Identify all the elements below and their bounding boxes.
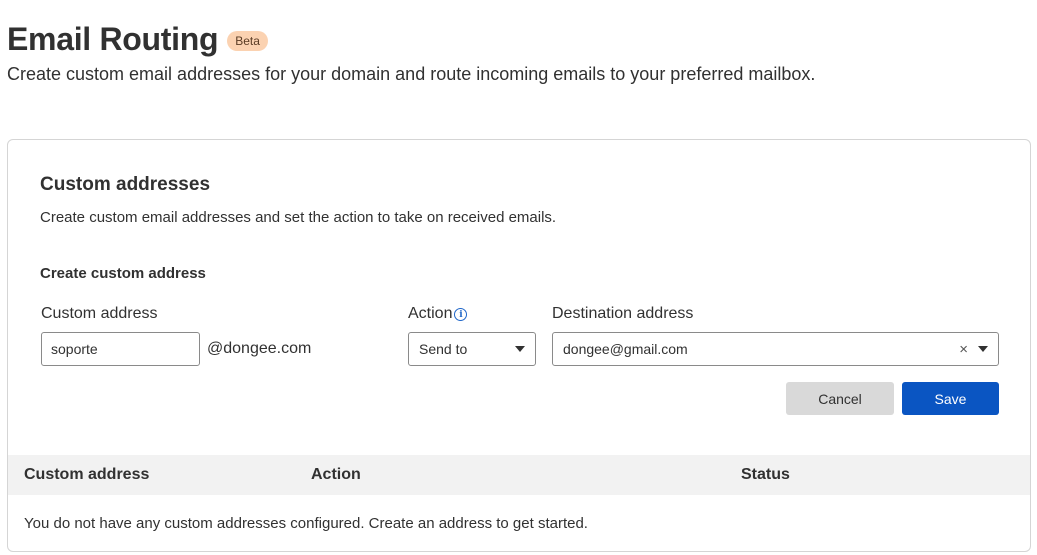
destination-address-label: Destination address <box>552 305 694 322</box>
action-label: Action <box>408 305 453 322</box>
page-subtitle: Create custom email addresses for your d… <box>7 64 816 84</box>
page-header: Email Routing Beta Create custom email a… <box>7 20 815 85</box>
destination-select-value: dongee@gmail.com <box>563 341 688 357</box>
action-select-value: Send to <box>419 341 468 357</box>
column-header-status: Status <box>741 466 790 483</box>
cancel-button[interactable]: Cancel <box>786 382 894 415</box>
empty-state-message: You do not have any custom addresses con… <box>24 515 588 532</box>
chevron-down-icon[interactable] <box>978 346 988 352</box>
chevron-down-icon <box>515 346 525 352</box>
beta-badge: Beta <box>227 30 268 51</box>
custom-addresses-card: Custom addresses Create custom email add… <box>7 139 1031 552</box>
clear-icon[interactable]: × <box>959 342 968 357</box>
action-select[interactable]: Send to <box>408 332 536 366</box>
domain-suffix: @dongee.com <box>207 340 312 357</box>
card-description: Create custom email addresses and set th… <box>40 209 557 226</box>
save-button[interactable]: Save <box>902 382 999 415</box>
card-title: Custom addresses <box>40 174 211 195</box>
destination-address-select[interactable]: dongee@gmail.com × <box>552 332 999 366</box>
action-label-group: Action i <box>408 305 468 323</box>
info-icon[interactable]: i <box>454 308 468 321</box>
custom-address-label: Custom address <box>41 305 158 322</box>
column-header-action: Action <box>311 466 361 483</box>
page-title: Email Routing <box>7 21 219 57</box>
title-row: Email Routing Beta <box>7 20 815 58</box>
custom-address-input[interactable] <box>41 332 200 366</box>
create-custom-address-heading: Create custom address <box>40 265 206 282</box>
table-header: Custom address Action Status <box>8 455 1030 495</box>
column-header-custom-address: Custom address <box>24 466 150 483</box>
